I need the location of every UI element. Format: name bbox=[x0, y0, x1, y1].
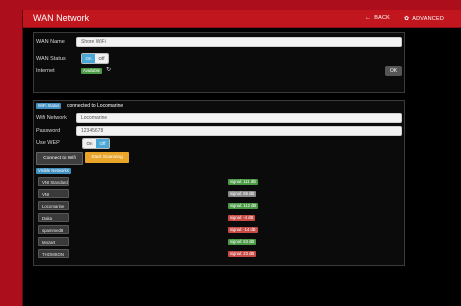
page-title: WAN Network bbox=[33, 13, 90, 23]
use-wep-label: Use WEP bbox=[36, 140, 60, 146]
refresh-icon[interactable]: ↻ bbox=[106, 66, 111, 73]
wifi-network-input[interactable]: Locomarine bbox=[76, 113, 402, 123]
wifi-status-badge: WiFi Status bbox=[36, 103, 62, 109]
advanced-label: ADVANCED bbox=[412, 16, 444, 22]
signal-badge: signal: 112 dB bbox=[228, 203, 259, 209]
wan-status-toggle[interactable]: On Off bbox=[81, 53, 109, 64]
wifi-status-text: connected to Locomarine bbox=[67, 103, 124, 109]
wan-status-label: WAN Status bbox=[36, 56, 66, 62]
connect-to-wifi-button[interactable]: Connect to Wifi bbox=[36, 152, 83, 165]
signal-badge: signal: -14 dB bbox=[228, 227, 258, 233]
title-bar: WAN Network ← BACK ✿ ADVANCED bbox=[23, 10, 461, 28]
wifi-network-label: Wifi Network bbox=[36, 115, 67, 121]
network-button[interactable]: THOMSON bbox=[38, 249, 69, 258]
signal-badge: signal: 111 dB bbox=[228, 179, 258, 185]
use-wep-toggle[interactable]: On Off bbox=[82, 138, 110, 149]
signal-badge: signal: 66 dB bbox=[228, 191, 257, 197]
wan-status-off[interactable]: Off bbox=[95, 54, 108, 63]
app-window: WAN Network ← BACK ✿ ADVANCED WAN Name Sho… bbox=[22, 10, 461, 306]
gear-icon: ✿ bbox=[404, 16, 410, 22]
signal-badge: signal: -4 dB bbox=[228, 215, 256, 221]
network-button[interactable]: Daka bbox=[38, 213, 69, 222]
back-button[interactable]: ← BACK bbox=[365, 15, 390, 21]
password-input[interactable]: 12345678 bbox=[76, 126, 402, 136]
wifi-panel: WiFi Status connected to Locomarine Wifi… bbox=[33, 100, 405, 266]
wep-on[interactable]: On bbox=[83, 139, 96, 148]
internet-label: Internet bbox=[36, 68, 55, 74]
password-label: Password bbox=[36, 128, 61, 134]
wan-status-on[interactable]: On bbox=[82, 54, 95, 63]
signal-badge: signal: 23 dB bbox=[228, 251, 257, 257]
back-label: BACK bbox=[374, 15, 390, 21]
network-button[interactable]: VNI Standard bbox=[38, 177, 69, 186]
internet-status-badge: Available bbox=[81, 68, 102, 74]
advanced-button[interactable]: ✿ ADVANCED bbox=[404, 15, 444, 22]
wan-name-input[interactable]: Shore WiFi bbox=[76, 37, 402, 47]
visible-networks-label: Visible Networks bbox=[36, 168, 71, 174]
start-scanning-button[interactable]: Start Scanning bbox=[85, 152, 129, 163]
network-button[interactable]: spammed8 bbox=[38, 225, 69, 234]
back-arrow-icon: ← bbox=[365, 15, 372, 21]
wan-name-label: WAN Name bbox=[36, 39, 65, 45]
signal-badge: signal: 63 dB bbox=[228, 239, 257, 245]
network-button[interactable]: Locomarine bbox=[38, 201, 69, 210]
ok-button[interactable]: OK bbox=[385, 66, 402, 76]
network-button[interactable]: Mozart bbox=[38, 237, 69, 246]
wep-off[interactable]: Off bbox=[96, 139, 109, 148]
wan-panel: WAN Name Shore WiFi WAN Status On Off In… bbox=[33, 32, 405, 93]
network-button[interactable]: VNI bbox=[38, 189, 69, 198]
